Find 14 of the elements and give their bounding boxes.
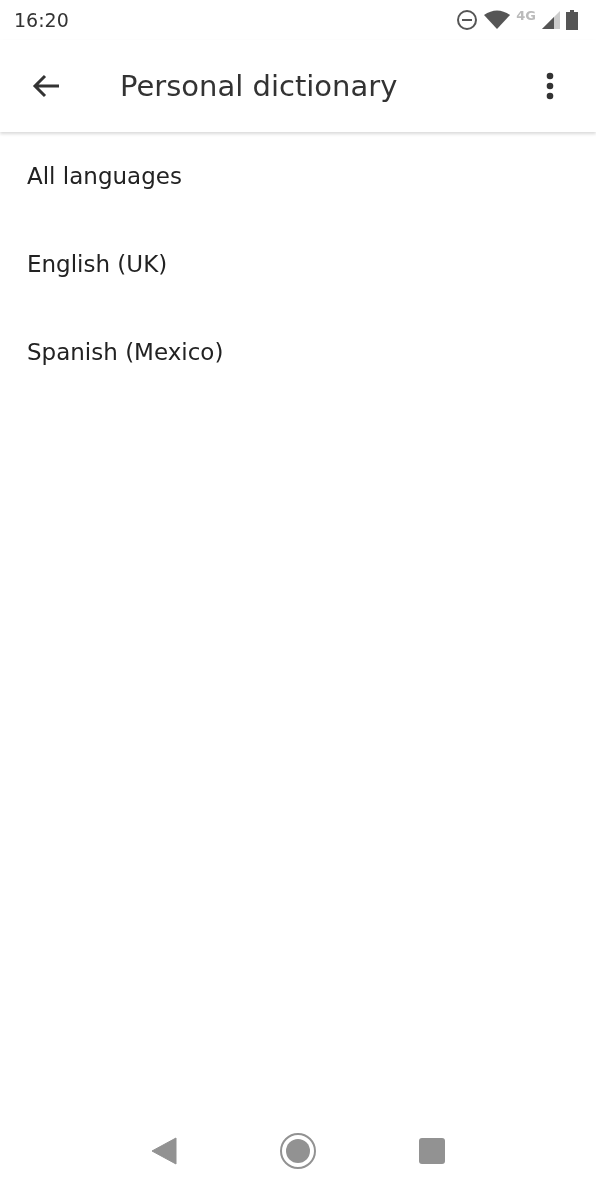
back-icon[interactable]: [151, 1137, 177, 1165]
network-type: 4G: [516, 7, 536, 23]
language-item[interactable]: English (UK): [0, 220, 596, 308]
language-item[interactable]: All languages: [0, 132, 596, 220]
page-title: Personal dictionary: [120, 69, 399, 103]
battery-icon: [566, 10, 578, 30]
signal-icon: [542, 11, 560, 29]
home-icon[interactable]: [279, 1132, 317, 1170]
do-not-disturb-icon: [456, 9, 479, 31]
language-item[interactable]: Spanish (Mexico): [0, 308, 596, 396]
status-time: 16:20: [14, 9, 69, 31]
wifi-icon: [484, 10, 511, 30]
more-vertical-icon: [546, 72, 554, 100]
back-arrow-icon: [32, 74, 60, 98]
